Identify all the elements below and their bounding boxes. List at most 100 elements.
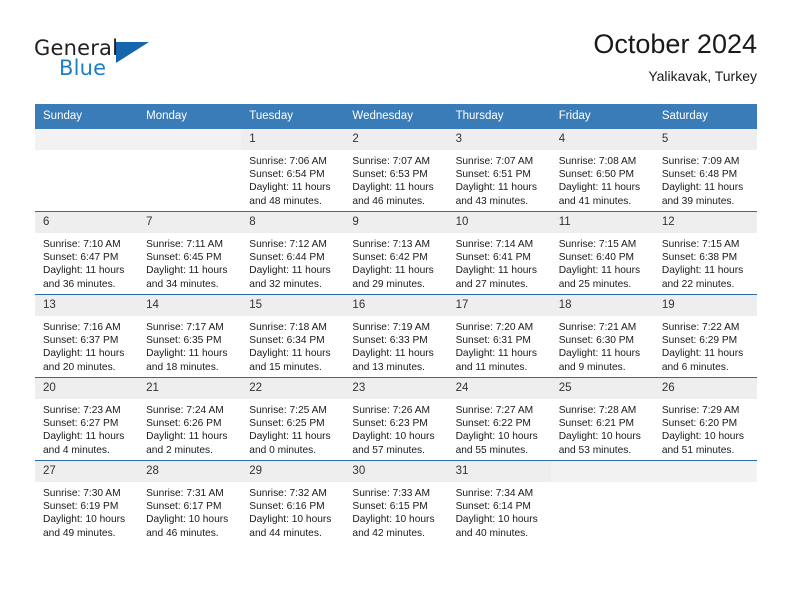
day-cell[interactable]: 16 Sunrise: 7:19 AM Sunset: 6:33 PM Dayl… — [344, 294, 448, 378]
day-number: 22 — [241, 378, 345, 399]
daylight-line-2: and 2 minutes. — [146, 444, 213, 456]
day-cell[interactable]: 28 Sunrise: 7:31 AM Sunset: 6:17 PM Dayl… — [138, 460, 242, 543]
daylight-line-2: and 53 minutes. — [558, 444, 632, 456]
daylight-line-2: and 57 minutes. — [352, 444, 425, 456]
sunset-line: Sunset: 6:47 PM — [43, 252, 119, 264]
sunrise-line: Sunrise: 7:33 AM — [352, 488, 431, 499]
day-cell[interactable]: 11 Sunrise: 7:15 AM Sunset: 6:40 PM Dayl… — [550, 211, 654, 295]
sunrise-line: Sunrise: 7:29 AM — [661, 405, 740, 416]
day-cell[interactable]: 29 Sunrise: 7:32 AM Sunset: 6:16 PM Dayl… — [241, 460, 345, 543]
day-details: Sunrise: 7:31 AM Sunset: 6:17 PM Dayligh… — [138, 482, 241, 540]
day-cell[interactable]: 17 Sunrise: 7:20 AM Sunset: 6:31 PM Dayl… — [447, 294, 551, 378]
sunrise-line: Sunrise: 7:17 AM — [146, 322, 224, 333]
sunrise-line: Sunrise: 7:27 AM — [455, 405, 534, 416]
day-cell[interactable]: 5 Sunrise: 7:09 AM Sunset: 6:48 PM Dayli… — [653, 129, 757, 212]
day-cell[interactable]: 26 Sunrise: 7:29 AM Sunset: 6:20 PM Dayl… — [653, 377, 757, 461]
day-cell[interactable]: 15 Sunrise: 7:18 AM Sunset: 6:34 PM Dayl… — [241, 294, 345, 378]
day-cell[interactable]: 12 Sunrise: 7:15 AM Sunset: 6:38 PM Dayl… — [653, 211, 757, 295]
daylight-line-1: Daylight: 11 hours — [352, 265, 434, 277]
daylight-line-1: Daylight: 10 hours — [43, 514, 126, 526]
day-number — [653, 461, 757, 482]
day-cell[interactable] — [35, 129, 139, 212]
day-number: 20 — [35, 378, 139, 399]
day-details — [654, 482, 757, 487]
day-cell[interactable] — [653, 460, 757, 543]
weekday-header-tuesday: Tuesday — [241, 104, 345, 129]
daylight-line-2: and 44 minutes. — [249, 527, 322, 539]
day-cell[interactable] — [550, 460, 654, 543]
daylight-line-1: Daylight: 10 hours — [558, 431, 641, 443]
day-cell[interactable]: 25 Sunrise: 7:28 AM Sunset: 6:21 PM Dayl… — [550, 377, 654, 461]
title-block: October 2024 Yalikavak, Turkey — [593, 28, 757, 86]
sunrise-line: Sunrise: 7:30 AM — [43, 488, 121, 499]
day-number: 13 — [35, 295, 139, 316]
day-cell[interactable]: 14 Sunrise: 7:17 AM Sunset: 6:35 PM Dayl… — [138, 294, 242, 378]
day-details: Sunrise: 7:13 AM Sunset: 6:42 PM Dayligh… — [344, 233, 447, 291]
day-cell[interactable]: 3 Sunrise: 7:07 AM Sunset: 6:51 PM Dayli… — [447, 129, 551, 212]
sunrise-line: Sunrise: 7:11 AM — [146, 239, 223, 250]
week-row: 20 Sunrise: 7:23 AM Sunset: 6:27 PM Dayl… — [35, 377, 757, 461]
day-number — [550, 461, 654, 482]
day-number: 30 — [344, 461, 448, 482]
sunset-line: Sunset: 6:14 PM — [455, 501, 531, 513]
sunrise-line: Sunrise: 7:34 AM — [455, 488, 534, 499]
day-cell[interactable]: 31 Sunrise: 7:34 AM Sunset: 6:14 PM Dayl… — [447, 460, 551, 543]
day-number: 10 — [447, 212, 551, 233]
day-cell[interactable]: 20 Sunrise: 7:23 AM Sunset: 6:27 PM Dayl… — [35, 377, 139, 461]
daylight-line-2: and 18 minutes. — [146, 361, 219, 373]
sunset-line: Sunset: 6:15 PM — [352, 501, 428, 513]
day-details: Sunrise: 7:12 AM Sunset: 6:44 PM Dayligh… — [241, 233, 344, 291]
sunrise-line: Sunrise: 7:12 AM — [249, 239, 327, 250]
daylight-line-1: Daylight: 11 hours — [558, 182, 641, 194]
day-details: Sunrise: 7:06 AM Sunset: 6:54 PM Dayligh… — [241, 150, 344, 208]
day-cell[interactable]: 30 Sunrise: 7:33 AM Sunset: 6:15 PM Dayl… — [344, 460, 448, 543]
day-cell[interactable]: 21 Sunrise: 7:24 AM Sunset: 6:26 PM Dayl… — [138, 377, 242, 461]
sunrise-line: Sunrise: 7:24 AM — [146, 405, 224, 416]
day-cell[interactable]: 2 Sunrise: 7:07 AM Sunset: 6:53 PM Dayli… — [344, 129, 448, 212]
sunrise-line: Sunrise: 7:22 AM — [661, 322, 740, 333]
day-cell[interactable]: 1 Sunrise: 7:06 AM Sunset: 6:54 PM Dayli… — [241, 129, 345, 212]
day-cell[interactable]: 24 Sunrise: 7:27 AM Sunset: 6:22 PM Dayl… — [447, 377, 551, 461]
day-number: 31 — [447, 461, 551, 482]
day-cell[interactable] — [138, 129, 242, 212]
day-cell[interactable]: 18 Sunrise: 7:21 AM Sunset: 6:30 PM Dayl… — [550, 294, 654, 378]
day-cell[interactable]: 19 Sunrise: 7:22 AM Sunset: 6:29 PM Dayl… — [653, 294, 757, 378]
day-details: Sunrise: 7:22 AM Sunset: 6:29 PM Dayligh… — [654, 316, 757, 374]
page-header: General Blue October 2024 Yalikavak, Tur… — [0, 0, 792, 104]
logo-text-blue: Blue — [59, 56, 107, 80]
daylight-line-2: and 49 minutes. — [43, 527, 116, 539]
day-number: 19 — [653, 295, 757, 316]
day-details: Sunrise: 7:34 AM Sunset: 6:14 PM Dayligh… — [448, 482, 551, 540]
day-cell[interactable]: 10 Sunrise: 7:14 AM Sunset: 6:41 PM Dayl… — [447, 211, 551, 295]
day-cell[interactable]: 7 Sunrise: 7:11 AM Sunset: 6:45 PM Dayli… — [138, 211, 242, 295]
sunrise-line: Sunrise: 7:20 AM — [455, 322, 534, 333]
sunset-line: Sunset: 6:53 PM — [352, 169, 428, 181]
sunset-line: Sunset: 6:23 PM — [352, 418, 428, 430]
daylight-line-2: and 4 minutes. — [43, 444, 110, 456]
day-details: Sunrise: 7:26 AM Sunset: 6:23 PM Dayligh… — [344, 399, 447, 457]
day-number — [35, 129, 139, 150]
day-details: Sunrise: 7:17 AM Sunset: 6:35 PM Dayligh… — [138, 316, 241, 374]
day-cell[interactable]: 27 Sunrise: 7:30 AM Sunset: 6:19 PM Dayl… — [35, 460, 139, 543]
daylight-line-1: Daylight: 11 hours — [249, 265, 331, 277]
day-number: 17 — [447, 295, 551, 316]
day-details: Sunrise: 7:10 AM Sunset: 6:47 PM Dayligh… — [35, 233, 138, 291]
day-cell[interactable]: 13 Sunrise: 7:16 AM Sunset: 6:37 PM Dayl… — [35, 294, 139, 378]
daylight-line-2: and 32 minutes. — [249, 278, 322, 290]
day-number: 23 — [344, 378, 448, 399]
day-details: Sunrise: 7:14 AM Sunset: 6:41 PM Dayligh… — [448, 233, 551, 291]
sunset-line: Sunset: 6:44 PM — [249, 252, 325, 264]
day-cell[interactable]: 4 Sunrise: 7:08 AM Sunset: 6:50 PM Dayli… — [550, 129, 654, 212]
sunrise-line: Sunrise: 7:32 AM — [249, 488, 327, 499]
sunset-line: Sunset: 6:50 PM — [558, 169, 635, 181]
day-cell[interactable]: 8 Sunrise: 7:12 AM Sunset: 6:44 PM Dayli… — [241, 211, 345, 295]
daylight-line-1: Daylight: 11 hours — [558, 348, 641, 360]
daylight-line-2: and 11 minutes. — [455, 361, 528, 373]
day-cell[interactable]: 9 Sunrise: 7:13 AM Sunset: 6:42 PM Dayli… — [344, 211, 448, 295]
day-details: Sunrise: 7:20 AM Sunset: 6:31 PM Dayligh… — [448, 316, 551, 374]
day-cell[interactable]: 22 Sunrise: 7:25 AM Sunset: 6:25 PM Dayl… — [241, 377, 345, 461]
day-cell[interactable]: 23 Sunrise: 7:26 AM Sunset: 6:23 PM Dayl… — [344, 377, 448, 461]
day-details: Sunrise: 7:28 AM Sunset: 6:21 PM Dayligh… — [551, 399, 654, 457]
daylight-line-1: Daylight: 11 hours — [43, 431, 125, 443]
day-cell[interactable]: 6 Sunrise: 7:10 AM Sunset: 6:47 PM Dayli… — [35, 211, 139, 295]
